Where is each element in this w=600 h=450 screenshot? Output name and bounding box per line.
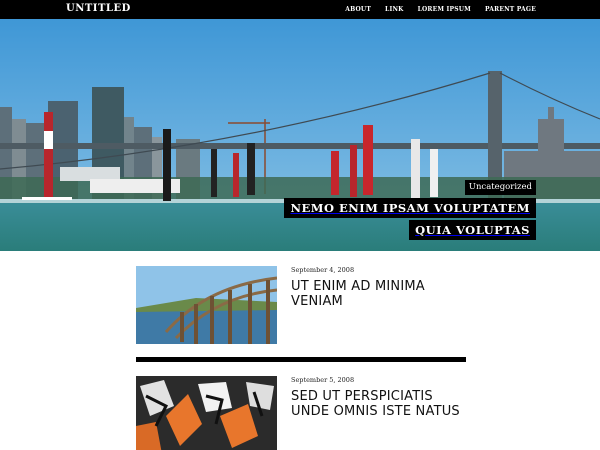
top-bar: UNTITLED ABOUT LINK LOREM IPSUM PARENT P… [0, 0, 600, 19]
nav-item-lorem-ipsum[interactable]: LOREM IPSUM [418, 6, 471, 13]
post-date: September 4, 2008 [291, 266, 355, 274]
graffiti-wall-image [136, 376, 277, 450]
site-title[interactable]: UNTITLED [66, 3, 131, 14]
post-thumbnail[interactable] [136, 376, 277, 450]
nav-item-about[interactable]: ABOUT [345, 6, 371, 13]
featured-post-title[interactable]: NEMO ENIM IPSAM VOLUPTATEM QUIA VOLUPTAS [236, 197, 536, 241]
post-thumbnail[interactable] [136, 266, 277, 344]
post-title[interactable]: SED UT PERSPICIATIS UNDE OMNIS ISTE NATU… [291, 389, 461, 419]
post-title[interactable]: UT ENIM AD MINIMA VENIAM [291, 279, 461, 309]
featured-category-link[interactable]: Uncategorized [464, 180, 536, 195]
featured-post[interactable]: Uncategorized NEMO ENIM IPSAM VOLUPTATEM… [0, 19, 600, 251]
post-date: September 5, 2008 [291, 376, 355, 384]
post-divider [136, 357, 466, 362]
featured-title-line-1: NEMO ENIM IPSAM VOLUPTATEM [284, 198, 536, 218]
nav-item-parent-page[interactable]: PARENT PAGE [485, 6, 536, 13]
boardwalk-pier-image [136, 266, 277, 344]
featured-title-line-2: QUIA VOLUPTAS [409, 220, 536, 240]
nav-item-link[interactable]: LINK [385, 6, 404, 13]
main-nav: ABOUT LINK LOREM IPSUM PARENT PAGE [345, 0, 600, 19]
